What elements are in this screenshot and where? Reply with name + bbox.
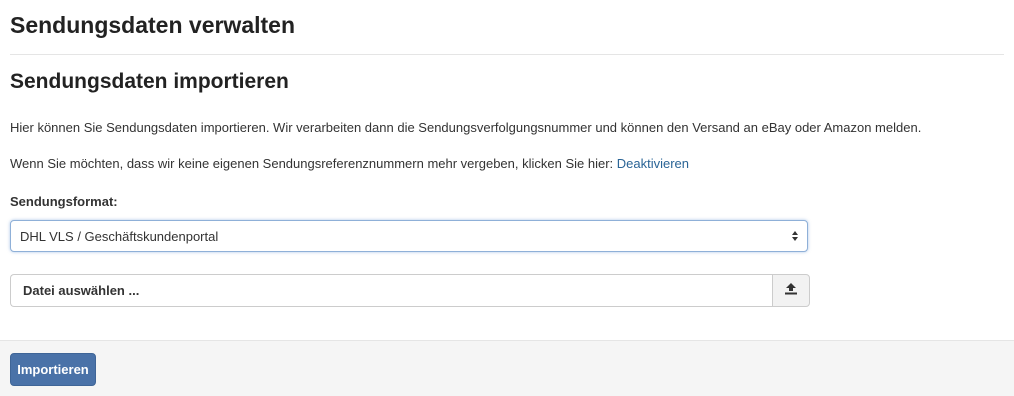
page-header: Sendungsdaten verwalten xyxy=(10,10,1004,55)
form-footer: Importieren xyxy=(0,340,1014,396)
select-arrows-icon xyxy=(788,230,802,242)
page: Sendungsdaten verwalten Sendungsdaten im… xyxy=(0,0,1014,396)
format-select-value: DHL VLS / Geschäftskundenportal xyxy=(20,228,219,244)
deactivate-link[interactable]: Deaktivieren xyxy=(617,156,689,171)
deactivate-text: Wenn Sie möchten, dass wir keine eigenen… xyxy=(10,156,617,171)
file-upload-group: Datei auswählen ... xyxy=(10,274,810,307)
format-select[interactable]: DHL VLS / Geschäftskundenportal xyxy=(10,220,808,252)
import-button[interactable]: Importieren xyxy=(10,353,96,386)
section-title: Sendungsdaten importieren xyxy=(10,70,289,93)
upload-icon xyxy=(784,282,798,300)
page-title: Sendungsdaten verwalten xyxy=(10,12,296,38)
format-label: Sendungsformat: xyxy=(10,194,118,209)
deactivate-paragraph: Wenn Sie möchten, dass wir keine eigenen… xyxy=(10,155,689,173)
upload-button[interactable] xyxy=(772,274,810,307)
file-input[interactable]: Datei auswählen ... xyxy=(10,274,772,307)
intro-text: Hier können Sie Sendungsdaten importiere… xyxy=(10,120,922,135)
